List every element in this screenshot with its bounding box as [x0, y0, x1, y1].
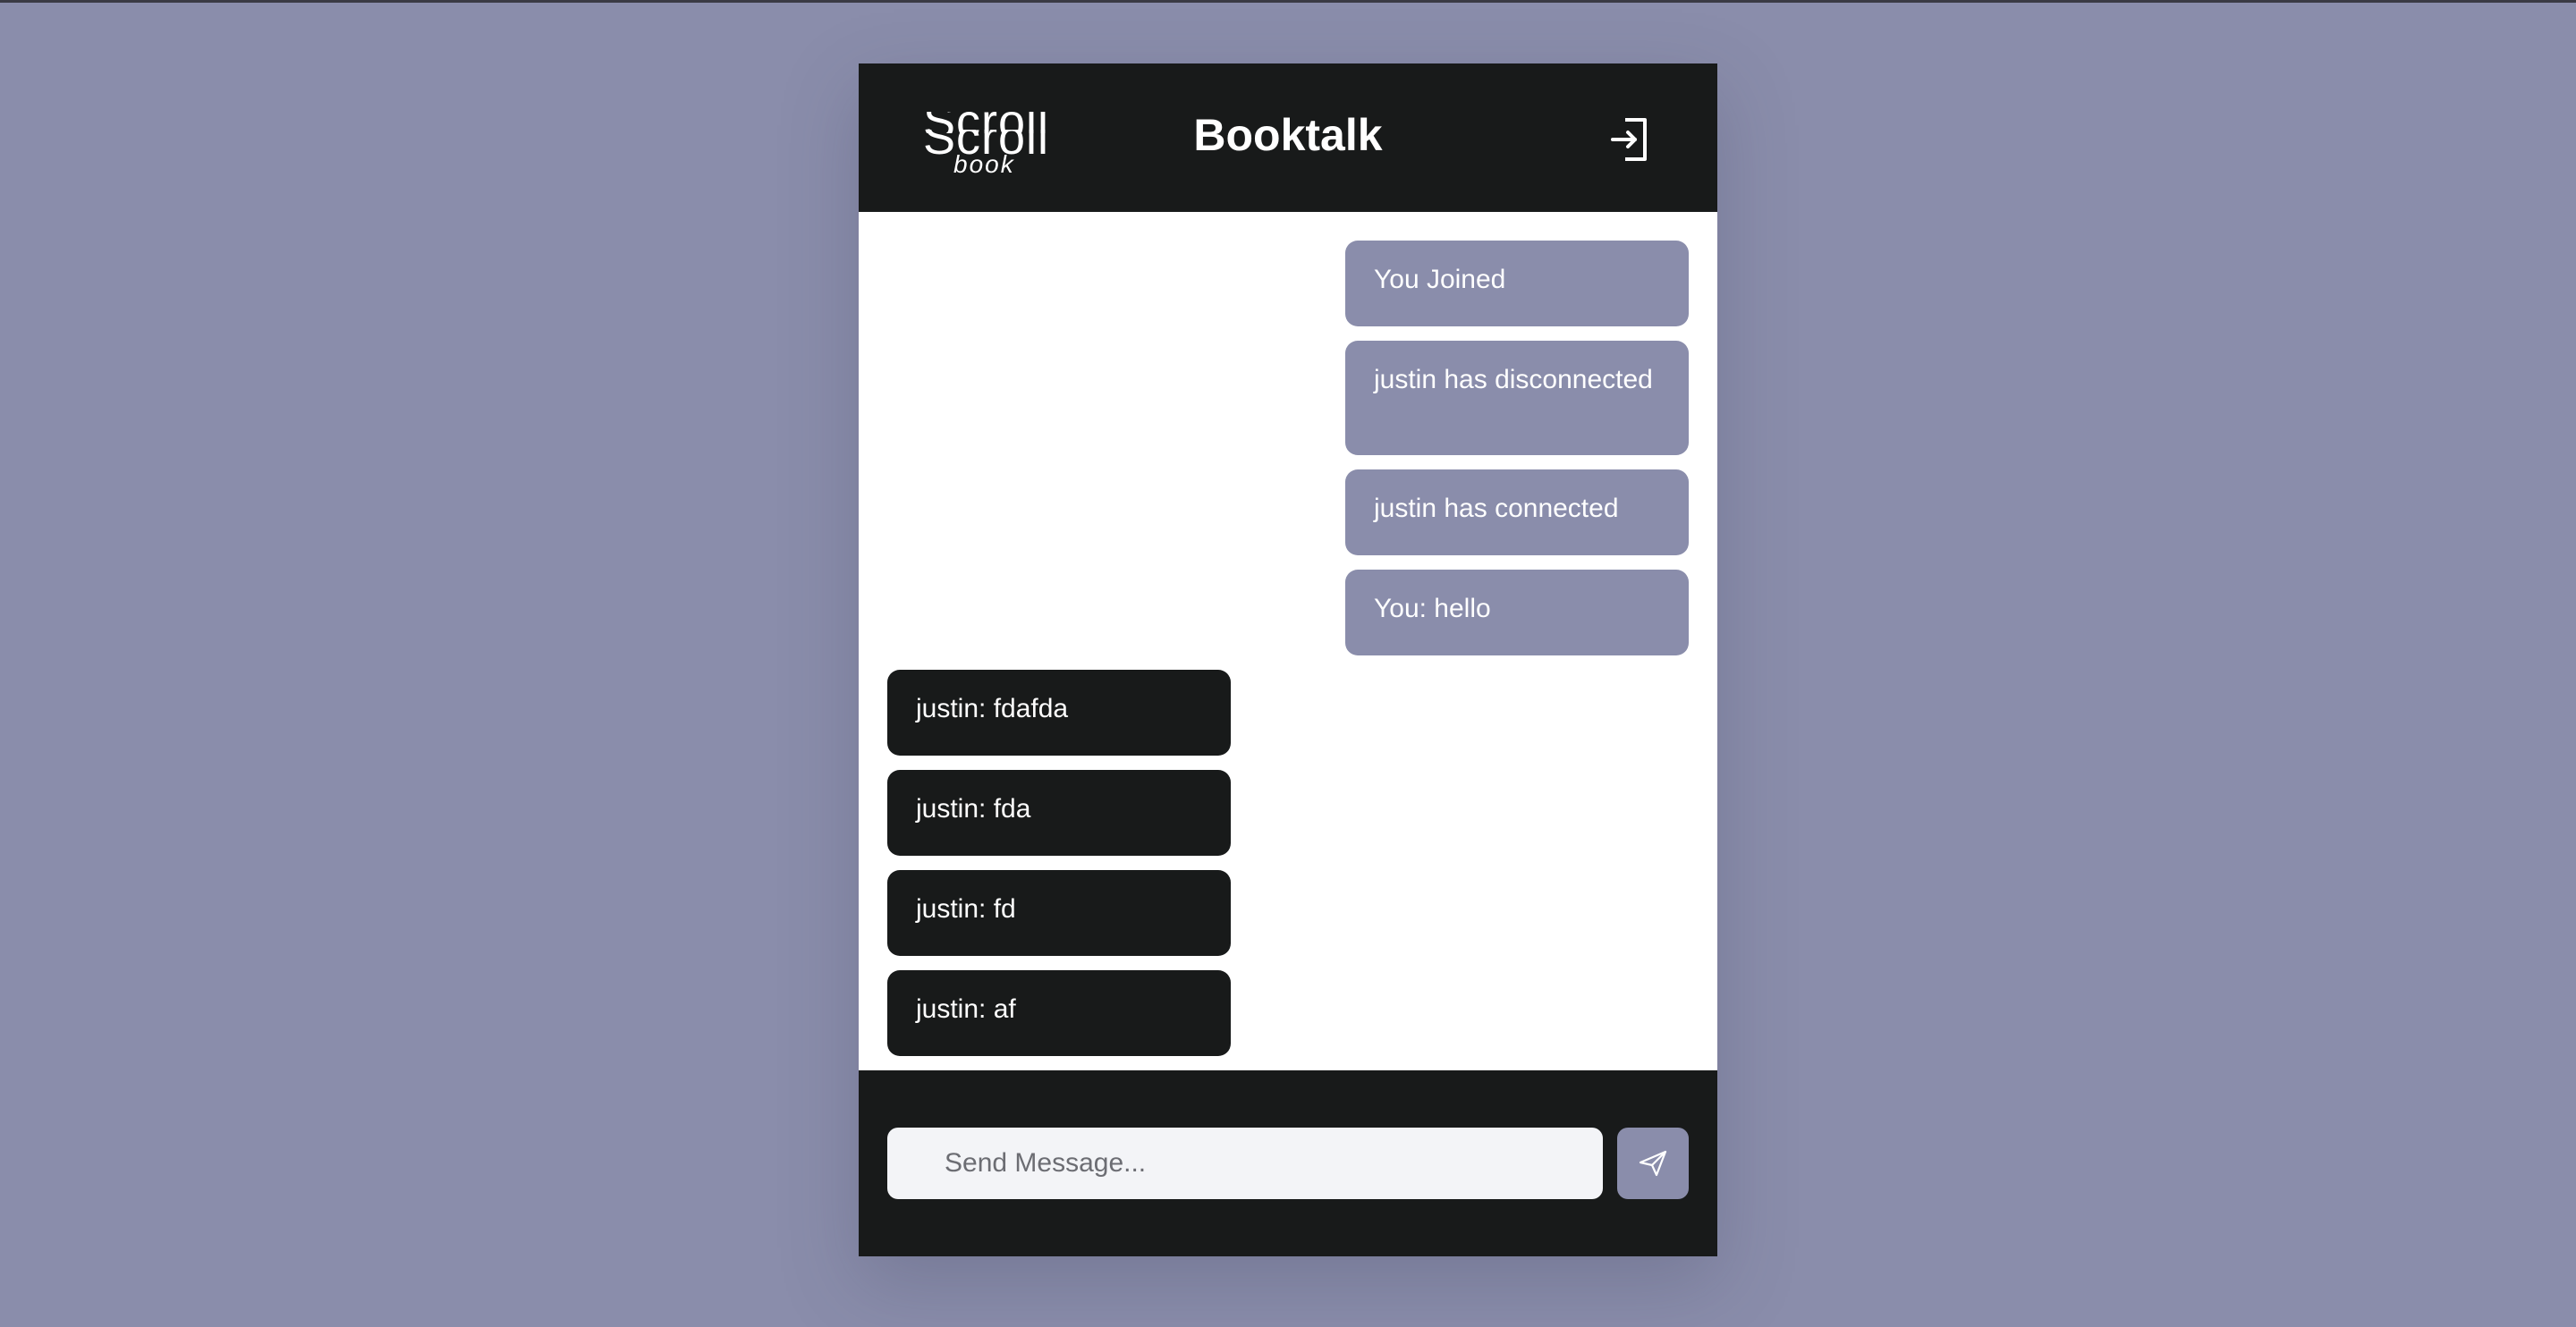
send-button[interactable] — [1617, 1128, 1689, 1199]
message-bubble-incoming: justin: fd — [887, 870, 1231, 956]
message-bubble-outgoing: You: hello — [1345, 570, 1689, 655]
message-bubble-outgoing: justin has connected — [1345, 469, 1689, 555]
message-list[interactable]: You Joined justin has disconnected justi… — [859, 212, 1717, 1070]
exit-chat-button[interactable] — [1606, 113, 1659, 166]
message-bubble-incoming: justin: fda — [887, 770, 1231, 856]
message-bubble-incoming: justin: af — [887, 970, 1231, 1056]
message-bubble-outgoing: justin has disconnected — [1345, 341, 1689, 455]
chat-header: Scroll Scroll book Booktalk — [859, 63, 1717, 212]
paper-plane-icon — [1639, 1150, 1667, 1177]
message-bubble-incoming: justin: fdafda — [887, 670, 1231, 756]
exit-door-icon — [1611, 118, 1647, 161]
message-composer — [859, 1070, 1717, 1256]
message-bubble-outgoing: You Joined — [1345, 241, 1689, 326]
message-input[interactable] — [887, 1128, 1603, 1199]
chat-window: Scroll Scroll book Booktalk You Joined j… — [859, 63, 1717, 1256]
page-title: Booktalk — [1193, 110, 1383, 160]
page: Scroll Scroll book Booktalk You Joined j… — [0, 0, 2576, 1327]
